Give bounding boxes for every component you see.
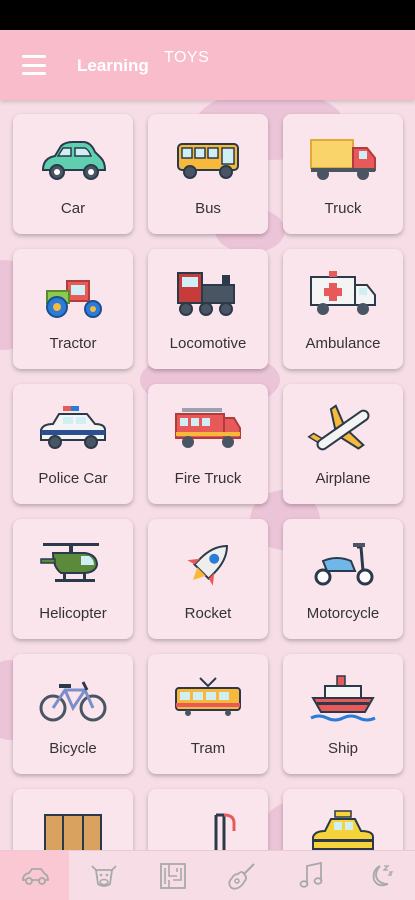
card-label: Airplane <box>315 470 371 487</box>
card-locomotive[interactable]: Locomotive <box>148 249 268 369</box>
card-airplane[interactable]: Airplane <box>283 384 403 504</box>
cow-icon <box>91 864 117 887</box>
airplane-icon <box>303 400 383 460</box>
motorcycle-icon <box>303 535 383 595</box>
nav-instruments[interactable] <box>208 851 277 900</box>
card-label: Ship <box>327 740 359 757</box>
car-outline-icon <box>21 867 49 885</box>
app-bar: Learning TOYS <box>0 30 415 100</box>
card-police-car[interactable]: Police Car <box>13 384 133 504</box>
bus-icon <box>168 130 248 190</box>
card-bicycle[interactable]: Bicycle <box>13 654 133 774</box>
moon-sleep-icon <box>373 864 395 886</box>
fire-truck-icon <box>168 400 248 460</box>
card-label: Motorcycle <box>306 605 380 622</box>
items-grid-container[interactable]: Car Bus Truck Tractor Locomotive Ambulan… <box>0 100 415 850</box>
card-tractor[interactable]: Tractor <box>13 249 133 369</box>
card-label: Tram <box>190 740 226 757</box>
card-fire-truck[interactable]: Fire Truck <box>148 384 268 504</box>
music-note-icon <box>299 861 323 888</box>
ambulance-icon <box>303 265 383 325</box>
status-bar <box>0 0 415 30</box>
card-car[interactable]: Car <box>13 114 133 234</box>
card-helicopter[interactable]: Helicopter <box>13 519 133 639</box>
nav-animals[interactable] <box>69 851 138 900</box>
helicopter-icon <box>33 535 113 595</box>
menu-icon-line <box>22 63 46 67</box>
taxi-icon <box>303 805 383 850</box>
card-label: Truck <box>324 200 362 217</box>
police-car-icon <box>33 400 113 460</box>
card-truck[interactable]: Truck <box>283 114 403 234</box>
truck-icon <box>303 130 383 190</box>
tram-icon <box>168 670 248 730</box>
bicycle-icon <box>33 670 113 730</box>
card-taxi[interactable] <box>283 789 403 850</box>
app-subtitle: TOYS <box>164 49 210 66</box>
items-grid: Car Bus Truck Tractor Locomotive Ambulan… <box>13 114 403 850</box>
card-label: Fire Truck <box>174 470 242 487</box>
nav-music[interactable] <box>277 851 346 900</box>
card-bus[interactable]: Bus <box>148 114 268 234</box>
card-label: Rocket <box>184 605 232 622</box>
locomotive-icon <box>168 265 248 325</box>
card-label: Bus <box>195 200 221 217</box>
card-label: Locomotive <box>169 335 247 352</box>
nav-vehicles[interactable] <box>0 851 70 900</box>
card-tram[interactable]: Tram <box>148 654 268 774</box>
card-crane[interactable] <box>148 789 268 850</box>
ship-icon <box>303 670 383 730</box>
card-rocket[interactable]: Rocket <box>148 519 268 639</box>
bottom-nav <box>0 850 415 900</box>
app-title: Learning <box>77 56 149 75</box>
rocket-icon <box>168 535 248 595</box>
car-icon <box>33 130 113 190</box>
nav-sleep[interactable] <box>346 851 415 900</box>
menu-icon-line <box>22 72 46 75</box>
card-label: Ambulance <box>305 335 381 352</box>
card-motorcycle[interactable]: Motorcycle <box>283 519 403 639</box>
card-ship[interactable]: Ship <box>283 654 403 774</box>
card-label: Police Car <box>38 470 108 487</box>
maze-icon <box>160 862 186 889</box>
tractor-icon <box>33 265 113 325</box>
guitar-icon <box>228 862 255 890</box>
menu-button[interactable] <box>22 55 46 75</box>
card-label: Car <box>60 200 86 217</box>
nav-puzzles[interactable] <box>138 851 207 900</box>
menu-icon-line <box>22 55 46 58</box>
card-crate[interactable] <box>13 789 133 850</box>
crate-icon <box>33 805 113 850</box>
card-label: Helicopter <box>39 605 107 622</box>
crane-icon <box>168 805 248 850</box>
card-label: Bicycle <box>49 740 97 757</box>
card-label: Tractor <box>49 335 97 352</box>
card-ambulance[interactable]: Ambulance <box>283 249 403 369</box>
